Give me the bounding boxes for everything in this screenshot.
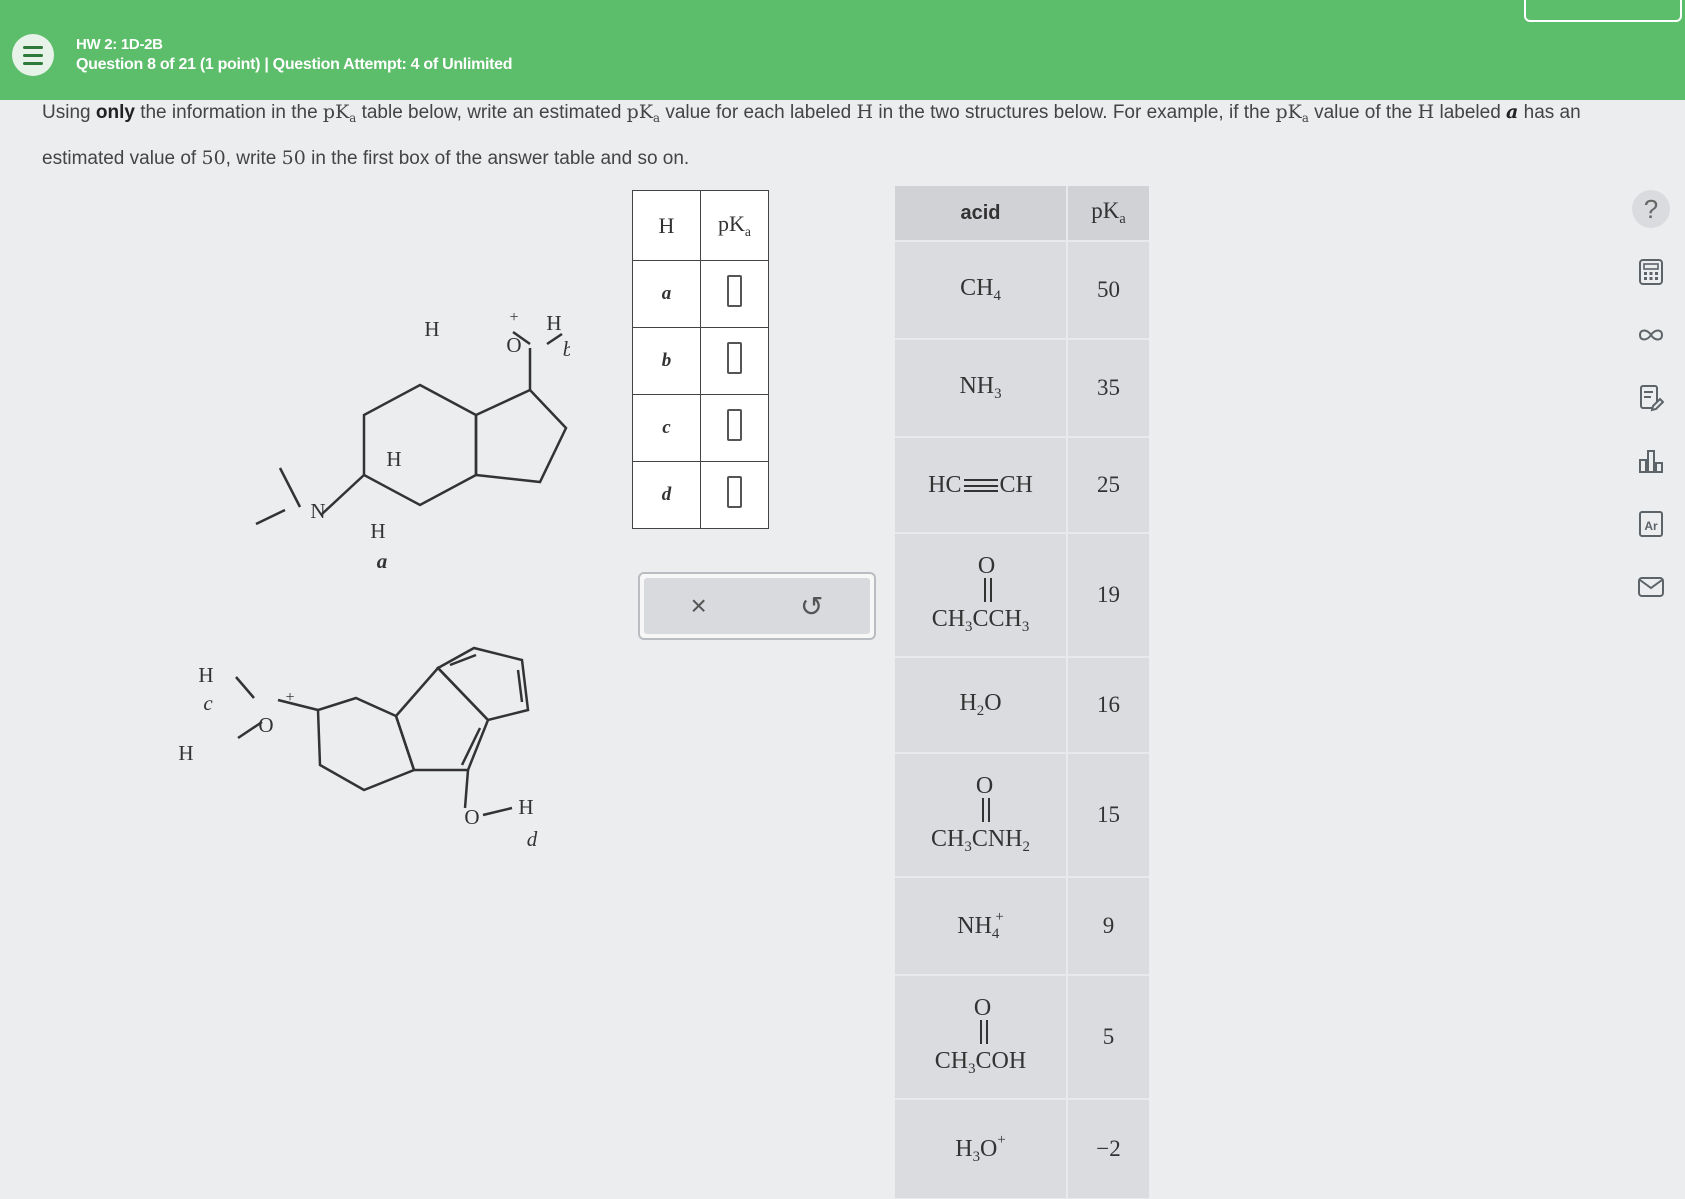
answer-input-a[interactable]: [727, 275, 742, 307]
pka-value: 50: [1067, 241, 1149, 340]
calculator-icon: [1639, 259, 1663, 285]
charge-plus: +: [509, 309, 518, 326]
mail-icon: [1638, 577, 1664, 597]
atom-H: H: [546, 311, 561, 335]
answer-input-d[interactable]: [727, 476, 742, 508]
row-label-d: d: [632, 461, 701, 529]
answer-actions: × ↺: [638, 572, 876, 640]
atom-N: N: [310, 499, 325, 523]
acid-acetamide: O CH3CNH2: [895, 753, 1068, 878]
pka-value: 16: [1067, 657, 1149, 754]
ref-row-acetone: O CH3CCH3 19: [895, 533, 1149, 658]
acid-acetylene: HC CH: [895, 437, 1068, 534]
pka-value: 19: [1067, 533, 1149, 658]
answer-table: H pKa a b c d: [632, 190, 769, 529]
units-button[interactable]: [1632, 316, 1670, 354]
pka-value: 9: [1067, 877, 1149, 976]
acid-nh3: NH3: [895, 339, 1068, 438]
pka-reference-table: acid pKa CH4 50 NH3 35 HC CH 25 O CH3CCH3…: [895, 186, 1149, 1199]
answer-input-b[interactable]: [727, 342, 742, 374]
atom-O-c: O: [258, 713, 273, 737]
ring-aromatic: [435, 646, 530, 722]
answer-row-b: b: [632, 327, 769, 395]
atom-H: H: [178, 741, 193, 765]
answer-row-d: d: [632, 461, 769, 529]
message-button[interactable]: [1632, 568, 1670, 606]
pka-value: −2: [1067, 1099, 1149, 1199]
molecule-structures: O + H H b N H H a O + H c H O H d: [178, 309, 570, 851]
header-action-button[interactable]: [1524, 0, 1682, 22]
undo-button[interactable]: ↺: [800, 590, 823, 623]
emphasis-only: only: [95, 102, 135, 123]
ring-five-1: [474, 388, 568, 484]
answer-row-c: c: [632, 394, 769, 462]
label-a: a: [377, 549, 388, 573]
atom-H: H: [198, 663, 213, 687]
ref-row-acetamide: O CH3CNH2 15: [895, 753, 1149, 878]
atom-O-d: O: [464, 805, 479, 829]
periodic-table-icon: Ar: [1639, 511, 1663, 537]
ref-col-pka: pKa: [1067, 186, 1149, 242]
help-button[interactable]: ?: [1632, 190, 1670, 228]
header-bar: HW 2: 1D-2B Question 8 of 21 (1 point) |…: [0, 0, 1685, 100]
answer-input-c[interactable]: [727, 409, 742, 441]
ref-col-acid: acid: [895, 186, 1068, 242]
atom-O-b: O: [506, 333, 521, 357]
acid-acetone: O CH3CCH3: [895, 533, 1068, 658]
atom-H: H: [386, 447, 401, 471]
data-edit-icon: [1640, 385, 1664, 412]
label-b: b: [563, 337, 570, 361]
ref-row-hydronium: H3O+ −2: [895, 1099, 1149, 1199]
ref-row-water: H2O 16: [895, 657, 1149, 754]
ref-row-nh3: NH3 35: [895, 339, 1149, 438]
row-label-b: b: [632, 327, 701, 395]
periodic-table-button[interactable]: Ar: [1632, 505, 1670, 543]
clear-button[interactable]: ×: [691, 590, 707, 622]
assignment-title: HW 2: 1D-2B: [76, 36, 163, 53]
label-c: c: [203, 691, 213, 715]
question-prompt: Using only the information in the pKa ta…: [42, 101, 1581, 170]
atom-H: H: [518, 795, 533, 819]
answer-col-pka: pKa: [700, 190, 769, 261]
row-label-c: c: [632, 394, 701, 462]
ring-six-1: [362, 383, 478, 507]
pka-value: 25: [1067, 437, 1149, 534]
infinity-icon: [1638, 329, 1664, 341]
chart-button[interactable]: [1632, 442, 1670, 480]
ref-row-ammonium: NH4+ 9: [895, 877, 1149, 976]
acid-acetic: O CH3COH: [895, 975, 1068, 1100]
question-info: Question 8 of 21 (1 point) | Question At…: [76, 56, 513, 73]
label-d: d: [527, 827, 538, 851]
acid-ammonium: NH4+: [895, 877, 1068, 976]
menu-button[interactable]: [12, 34, 54, 76]
acid-water: H2O: [895, 657, 1068, 754]
row-label-a: a: [632, 260, 701, 328]
ref-row-ch4: CH4 50: [895, 241, 1149, 340]
answer-row-a: a: [632, 260, 769, 328]
answer-col-h: H: [632, 190, 701, 261]
charge-plus: +: [285, 689, 294, 706]
atom-H: H: [424, 317, 439, 341]
data-button[interactable]: [1632, 379, 1670, 417]
acid-ch4: CH4: [895, 241, 1068, 340]
right-toolbar: ? Ar: [1632, 190, 1678, 631]
pka-value: 35: [1067, 339, 1149, 438]
acid-hydronium: H3O+: [895, 1099, 1068, 1199]
calculator-button[interactable]: [1632, 253, 1670, 291]
bar-chart-icon: [1639, 450, 1663, 473]
ref-row-acetylene: HC CH 25: [895, 437, 1149, 534]
ref-row-acetic-acid: O CH3COH 5: [895, 975, 1149, 1100]
pka-value: 15: [1067, 753, 1149, 878]
help-icon: ?: [1643, 193, 1659, 224]
ring-six-2: [394, 666, 490, 772]
pka-value: 5: [1067, 975, 1149, 1100]
atom-H: H: [370, 519, 385, 543]
